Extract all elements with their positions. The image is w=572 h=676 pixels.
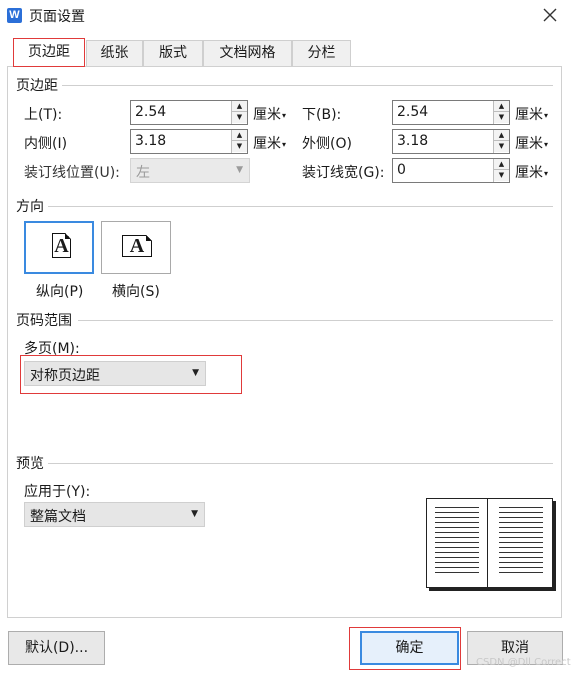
section-divider: [78, 320, 553, 321]
apply-to-select[interactable]: 整篇文档 ▼: [24, 502, 205, 527]
top-margin-unit-dropdown[interactable]: 厘米▾: [253, 104, 286, 124]
spin-up-icon[interactable]: ▲: [494, 159, 509, 170]
margins-section-title: 页边距: [16, 75, 62, 95]
dialog-title: 页面设置: [29, 9, 85, 25]
section-divider: [62, 85, 553, 86]
outside-margin-label: 外侧(O): [302, 136, 352, 152]
close-button[interactable]: [536, 4, 564, 28]
tab-paper[interactable]: 纸张: [86, 40, 143, 67]
gutter-width-value[interactable]: 0: [397, 162, 406, 178]
section-divider: [47, 463, 553, 464]
gutter-width-spinner[interactable]: 0 ▲ ▼: [392, 158, 510, 183]
bottom-margin-label: 下(B):: [302, 107, 342, 123]
caret-down-icon: ▼: [191, 509, 198, 519]
caret-down-icon: ▼: [192, 368, 199, 378]
landscape-button[interactable]: A: [101, 221, 171, 274]
spin-down-icon[interactable]: ▼: [494, 170, 509, 181]
caret-down-icon: ▾: [544, 139, 549, 149]
page-preview: [426, 498, 553, 588]
outside-margin-value[interactable]: 3.18: [397, 133, 428, 149]
spin-down-icon[interactable]: ▼: [494, 112, 509, 123]
apply-to-value: 整篇文档: [30, 509, 86, 525]
bottom-margin-spinner[interactable]: 2.54 ▲ ▼: [392, 100, 510, 125]
outside-margin-unit-dropdown[interactable]: 厘米▾: [515, 133, 548, 153]
spin-down-icon[interactable]: ▼: [232, 141, 247, 152]
portrait-button[interactable]: A: [24, 221, 94, 274]
apply-to-label: 应用于(Y):: [24, 484, 91, 500]
bottom-margin-value[interactable]: 2.54: [397, 104, 428, 120]
inside-margin-value[interactable]: 3.18: [135, 133, 166, 149]
caret-down-icon: ▼: [236, 165, 243, 175]
tab-strip: 页边距 纸张 版式 文档网格 分栏: [12, 38, 572, 67]
inside-margin-label: 内侧(I): [24, 136, 68, 152]
portrait-page-icon: A: [52, 233, 71, 258]
spin-up-icon[interactable]: ▲: [494, 130, 509, 141]
multiple-pages-select[interactable]: 对称页边距 ▼: [24, 361, 206, 386]
gutter-width-unit-dropdown[interactable]: 厘米▾: [515, 162, 548, 182]
multiple-pages-value: 对称页边距: [30, 368, 100, 384]
gutter-position-label: 装订线位置(U):: [24, 165, 120, 181]
pages-section-title: 页码范围: [16, 310, 76, 330]
landscape-page-icon: A: [122, 235, 152, 257]
wps-writer-icon: W: [7, 8, 22, 23]
close-icon: [543, 8, 557, 22]
inside-margin-unit-dropdown[interactable]: 厘米▾: [253, 133, 286, 153]
caret-down-icon: ▾: [282, 139, 287, 149]
caret-down-icon: ▾: [544, 110, 549, 120]
tab-layout[interactable]: 版式: [143, 40, 203, 67]
top-margin-label: 上(T):: [24, 107, 63, 123]
top-margin-value[interactable]: 2.54: [135, 104, 166, 120]
orientation-section-title: 方向: [16, 196, 48, 216]
spin-up-icon[interactable]: ▲: [232, 130, 247, 141]
inside-margin-spinner[interactable]: 3.18 ▲ ▼: [130, 129, 248, 154]
gutter-width-label: 装订线宽(G):: [302, 165, 385, 181]
caret-down-icon: ▾: [282, 110, 287, 120]
watermark: CSDN @Dll Correct: [476, 657, 571, 668]
spin-down-icon[interactable]: ▼: [494, 141, 509, 152]
spin-down-icon[interactable]: ▼: [232, 112, 247, 123]
tab-columns[interactable]: 分栏: [292, 40, 351, 67]
tab-margins[interactable]: 页边距: [13, 38, 85, 67]
preview-section-title: 预览: [16, 453, 48, 473]
gutter-position-select: 左 ▼: [130, 158, 250, 183]
bottom-margin-unit-dropdown[interactable]: 厘米▾: [515, 104, 548, 124]
title-bar: W 页面设置: [0, 0, 572, 32]
portrait-label: 纵向(P): [36, 284, 84, 300]
spin-up-icon[interactable]: ▲: [232, 101, 247, 112]
outside-margin-spinner[interactable]: 3.18 ▲ ▼: [392, 129, 510, 154]
default-button[interactable]: 默认(D)...: [8, 631, 105, 665]
spin-up-icon[interactable]: ▲: [494, 101, 509, 112]
caret-down-icon: ▾: [544, 168, 549, 178]
landscape-label: 横向(S): [112, 284, 160, 300]
top-margin-spinner[interactable]: 2.54 ▲ ▼: [130, 100, 248, 125]
section-divider: [47, 206, 553, 207]
tab-document-grid[interactable]: 文档网格: [203, 40, 292, 67]
ok-button[interactable]: 确定: [360, 631, 459, 665]
